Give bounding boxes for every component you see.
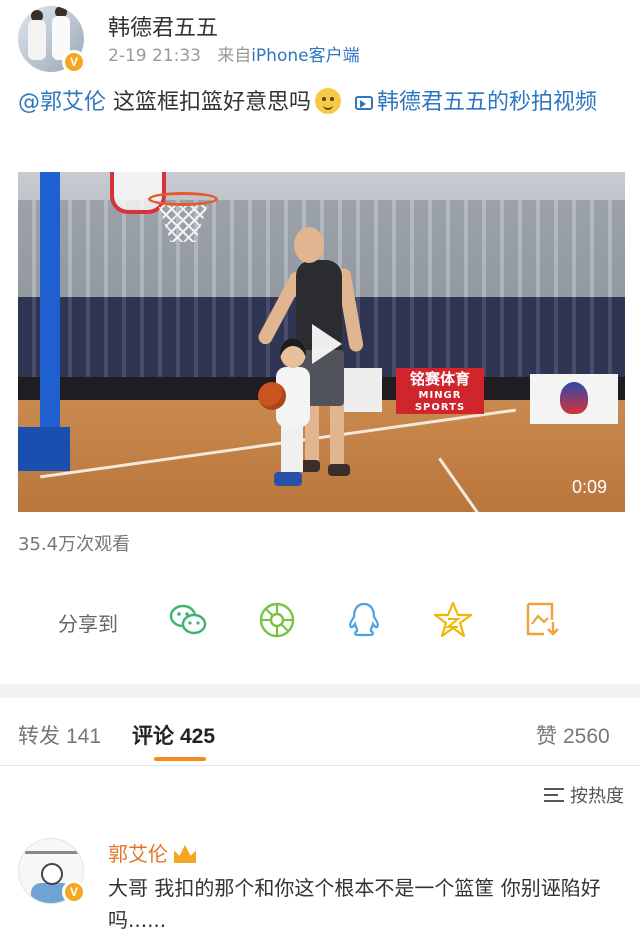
- sort-button[interactable]: 按热度: [544, 782, 624, 808]
- tab-comments-label: 评论: [132, 724, 174, 748]
- source-prefix: 来自: [217, 46, 252, 66]
- save-image-icon[interactable]: [522, 600, 562, 640]
- mention-link[interactable]: @郭艾伦: [18, 90, 106, 115]
- court-sign: [338, 368, 382, 412]
- basketball: [258, 382, 286, 410]
- tab-reposts[interactable]: 转发 141: [18, 720, 101, 750]
- section-divider: [0, 684, 640, 698]
- active-tab-indicator: [154, 757, 206, 761]
- view-count: 35.4万次观看: [18, 534, 131, 555]
- username[interactable]: 韩德君五五: [108, 10, 218, 42]
- video-link[interactable]: 韩德君五五的秒拍视频: [377, 90, 597, 115]
- tab-comments-count: 425: [180, 725, 216, 748]
- player-figure: [330, 402, 344, 468]
- sort-icon-line: [544, 800, 564, 802]
- sort-label: 按热度: [570, 786, 624, 807]
- sort-icon: [544, 787, 564, 803]
- hoop-rim: [148, 192, 218, 206]
- qq-icon[interactable]: [344, 600, 384, 640]
- interaction-tabs: 转发 141 评论 425 赞 2560: [0, 700, 640, 766]
- post-text: @郭艾伦 这篮框扣篮好意思吗 韩德君五五的秒拍视频: [18, 86, 628, 120]
- sort-icon-line: [544, 788, 564, 790]
- wechat-icon[interactable]: [168, 600, 208, 640]
- post-body: 这篮框扣篮好意思吗: [106, 90, 312, 115]
- hoop-base: [18, 427, 70, 471]
- video-link-icon: [355, 96, 374, 110]
- avatar-figure-body: [28, 20, 46, 60]
- post-time: 2-19 21:33: [108, 46, 201, 66]
- ad-board-text: 铭赛体育: [409, 370, 470, 388]
- share-row: 分享到: [0, 596, 640, 646]
- commenter-name[interactable]: 郭艾伦: [108, 838, 196, 867]
- post-source: iPhone客户端: [251, 46, 360, 66]
- hoop-pole: [40, 172, 60, 434]
- video-duration: 0:09: [571, 477, 607, 497]
- tab-reposts-count: 141: [66, 725, 102, 748]
- tab-likes[interactable]: 赞 2560: [536, 720, 610, 750]
- qzone-icon[interactable]: [433, 600, 473, 640]
- child-figure: [274, 472, 302, 486]
- post-meta: 2-19 21:33 来自iPhone客户端: [108, 41, 360, 66]
- shushing-emoji-icon: [315, 88, 342, 114]
- avatar-art: [25, 851, 79, 854]
- avatar-art: [41, 863, 63, 885]
- play-icon[interactable]: [302, 322, 346, 366]
- player-figure: [328, 464, 350, 476]
- tab-likes-label: 赞: [536, 724, 557, 748]
- tab-comments[interactable]: 评论 425: [132, 720, 215, 750]
- comment-text: 大哥 我扣的那个和你这个根本不是一个篮筐 你别诬陷好吗......: [108, 876, 601, 932]
- crown-icon: [174, 845, 196, 863]
- moments-icon[interactable]: [257, 600, 297, 640]
- player-figure: [300, 460, 320, 472]
- sort-icon-line: [544, 794, 558, 796]
- verified-badge-icon: [62, 880, 86, 904]
- commenter-name-text: 郭艾伦: [108, 842, 168, 866]
- child-figure: [281, 424, 303, 472]
- video-player[interactable]: 铭赛体育 MINGR SPORTS 0:09: [18, 172, 625, 512]
- logo-board: [530, 374, 618, 424]
- verified-badge-icon: [62, 50, 86, 74]
- post-header: 韩德君五五 2-19 21:33 来自iPhone客户端: [0, 0, 640, 80]
- ad-board: 铭赛体育 MINGR SPORTS: [396, 368, 484, 414]
- player-figure: [294, 227, 324, 263]
- ad-board-subtext: MINGR SPORTS: [414, 390, 466, 413]
- tab-likes-count: 2560: [563, 725, 610, 748]
- share-label: 分享到: [58, 612, 118, 636]
- tab-reposts-label: 转发: [18, 724, 60, 748]
